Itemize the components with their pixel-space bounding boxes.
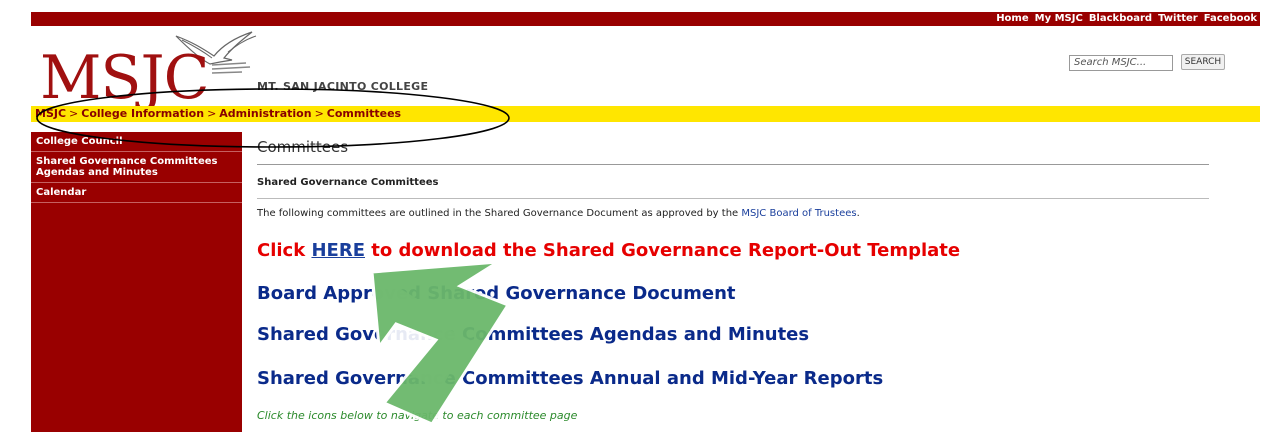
download-template-line: Click HERE to download the Shared Govern…	[257, 240, 960, 261]
search-input[interactable]	[1069, 55, 1173, 71]
navigation-note: Click the icons below to navigate to eac…	[257, 409, 578, 422]
sidebar-item-agendas-minutes[interactable]: Shared Governance Committees Agendas and…	[31, 152, 242, 183]
intro-text-end: .	[856, 208, 860, 219]
download-suffix: to download the Shared Governance Report…	[365, 240, 961, 261]
breadcrumb-separator: >	[314, 107, 324, 120]
top-nav-twitter[interactable]: Twitter	[1158, 12, 1198, 26]
top-nav-my-msjc[interactable]: My MSJC	[1035, 12, 1083, 26]
breadcrumb: MSJC > College Information > Administration >…	[35, 106, 401, 122]
top-nav-home[interactable]: Home	[996, 12, 1028, 26]
download-here-link[interactable]: HERE	[311, 240, 365, 261]
search-button[interactable]: SEARCH	[1181, 54, 1225, 70]
section-subheading: Shared Governance Committees	[257, 177, 439, 188]
main-content: Committees Shared Governance Committees …	[257, 132, 1209, 422]
download-prefix: Click	[257, 240, 312, 261]
intro-text-body: The following committees are outlined in…	[257, 208, 742, 219]
breadcrumb-separator: >	[207, 107, 217, 120]
college-name: MT. SAN JACINTO COLLEGE	[257, 80, 429, 93]
breadcrumb-college-information[interactable]: College Information	[81, 107, 204, 120]
breadcrumb-bar: MSJC > College Information > Administration >…	[31, 106, 1260, 122]
top-nav: Home My MSJC Blackboard Twitter Facebook	[996, 12, 1257, 26]
agendas-minutes-link[interactable]: Shared Governance Committees Agendas and…	[257, 324, 809, 345]
top-nav-blackboard[interactable]: Blackboard	[1089, 12, 1152, 26]
msjc-logo-text[interactable]: MSJC	[40, 48, 209, 108]
sidebar: College Council Shared Governance Commit…	[31, 132, 242, 432]
sidebar-item-calendar[interactable]: Calendar	[31, 183, 242, 203]
breadcrumb-msjc[interactable]: MSJC	[35, 107, 66, 120]
breadcrumb-committees: Committees	[326, 107, 402, 120]
title-divider	[257, 164, 1209, 165]
intro-text: The following committees are outlined in…	[257, 208, 1209, 219]
logo-stripes-icon	[212, 62, 251, 74]
breadcrumb-administration[interactable]: Administration	[219, 107, 311, 120]
top-utility-bar: Home My MSJC Blackboard Twitter Facebook	[31, 12, 1260, 26]
annual-reports-link[interactable]: Shared Governance Committees Annual and …	[257, 368, 883, 389]
breadcrumb-separator: >	[69, 107, 79, 120]
subheading-divider	[257, 198, 1209, 199]
governance-document-link[interactable]: Board Approved Shared Governance Documen…	[257, 283, 736, 304]
board-of-trustees-link[interactable]: MSJC Board of Trustees	[741, 208, 856, 219]
top-nav-facebook[interactable]: Facebook	[1204, 12, 1257, 26]
sidebar-item-college-council[interactable]: College Council	[31, 132, 242, 152]
page-title: Committees	[257, 138, 349, 156]
